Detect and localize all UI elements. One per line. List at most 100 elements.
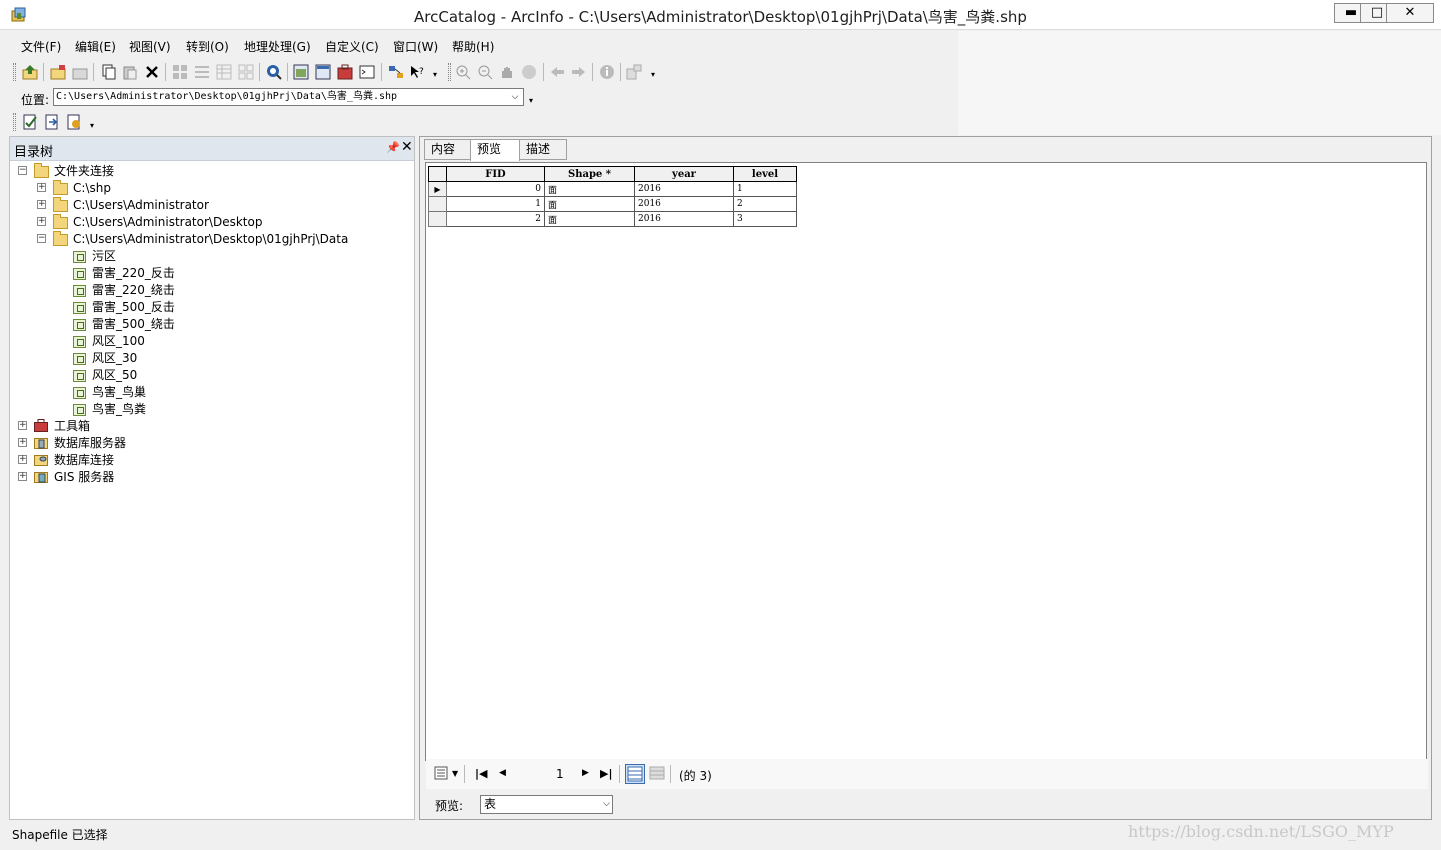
import-metadata-icon[interactable] xyxy=(44,114,60,130)
next-record-icon[interactable]: ▶ xyxy=(582,768,589,778)
table-options-dropdown-icon[interactable]: ▼ xyxy=(452,769,458,778)
expand-icon[interactable]: + xyxy=(18,421,27,430)
menu-edit[interactable]: 编辑(E) xyxy=(75,38,116,55)
column-header-shape[interactable]: Shape * xyxy=(544,166,635,182)
whats-this-help-icon[interactable]: ? xyxy=(409,64,425,80)
cell-shape[interactable]: 面 xyxy=(544,196,635,212)
expand-icon[interactable]: + xyxy=(18,438,27,447)
tree-item-shapefile[interactable]: 雷害_220_反击 xyxy=(92,265,175,281)
previous-record-icon[interactable]: ◀ xyxy=(499,768,506,778)
connect-folder-icon[interactable] xyxy=(50,64,66,80)
location-dropdown-arrow[interactable]: ⌵ xyxy=(507,89,523,105)
cell-fid[interactable]: 2 xyxy=(446,211,545,227)
toolbar-options-chevron[interactable]: ▾ xyxy=(88,119,96,133)
row-selector-header[interactable] xyxy=(428,166,447,182)
tree-item-shapefile[interactable]: 鸟害_鸟巢 xyxy=(92,384,146,400)
cell-level[interactable]: 3 xyxy=(733,211,797,227)
tree-item-c-shp[interactable]: C:\shp xyxy=(73,180,111,196)
row-selector[interactable] xyxy=(428,196,447,212)
python-window-icon[interactable] xyxy=(359,64,375,80)
copy-icon[interactable] xyxy=(101,64,117,80)
tab-preview[interactable]: 预览 xyxy=(470,139,520,161)
expand-icon[interactable]: + xyxy=(37,183,46,192)
cell-year[interactable]: 2016 xyxy=(634,196,734,212)
table-options-icon[interactable] xyxy=(434,765,450,781)
first-record-icon[interactable]: |◀ xyxy=(475,767,487,780)
toolbar-grip[interactable] xyxy=(13,113,16,131)
tree-item-shapefile[interactable]: 雷害_220_绕击 xyxy=(92,282,175,298)
delete-icon[interactable] xyxy=(144,64,160,80)
tree-item-data-folder[interactable]: C:\Users\Administrator\Desktop\01gjhPrj\… xyxy=(73,231,348,247)
collapse-icon[interactable]: − xyxy=(37,234,46,243)
table-row[interactable]: 1 面 2016 2 xyxy=(428,196,797,212)
close-icon[interactable]: ✕ xyxy=(401,139,413,155)
up-one-level-icon[interactable] xyxy=(22,64,38,80)
tab-contents[interactable]: 内容 xyxy=(424,139,471,160)
cell-shape[interactable]: 面 xyxy=(544,181,635,197)
tree-item-desktop[interactable]: C:\Users\Administrator\Desktop xyxy=(73,214,262,230)
cell-level[interactable]: 2 xyxy=(733,196,797,212)
large-icons-view-icon[interactable] xyxy=(172,64,188,80)
search-icon[interactable] xyxy=(266,64,282,80)
details-view-icon[interactable] xyxy=(216,64,232,80)
show-selected-records-icon[interactable] xyxy=(649,765,665,781)
tree-item-shapefile[interactable]: 风区_30 xyxy=(92,350,137,366)
column-header-fid[interactable]: FID xyxy=(446,166,545,182)
edit-metadata-icon[interactable] xyxy=(22,114,38,130)
tree-item-database-servers[interactable]: 数据库服务器 xyxy=(54,435,126,451)
menu-file[interactable]: 文件(F) xyxy=(21,38,61,55)
expand-icon[interactable]: + xyxy=(37,217,46,226)
toolbar-options-chevron[interactable]: ▾ xyxy=(649,68,657,82)
menu-goto[interactable]: 转到(O) xyxy=(186,38,229,55)
tree-item-shapefile[interactable]: 风区_50 xyxy=(92,367,137,383)
close-button[interactable]: ✕ xyxy=(1386,3,1434,23)
export-metadata-icon[interactable] xyxy=(66,114,82,130)
table-row[interactable]: 2 面 2016 3 xyxy=(428,211,797,227)
cell-level[interactable]: 1 xyxy=(733,181,797,197)
show-all-records-icon[interactable] xyxy=(625,764,645,784)
tree-item-database-connections[interactable]: 数据库连接 xyxy=(54,452,114,468)
tree-item-shapefile[interactable]: 污区 xyxy=(92,248,116,264)
tree-item-shapefile-selected[interactable]: 鸟害_鸟粪 xyxy=(92,401,146,417)
table-row[interactable]: ▶ 0 面 2016 1 xyxy=(428,181,797,197)
tree-item-shapefile[interactable]: 雷害_500_绕击 xyxy=(92,316,175,332)
catalog-window-icon[interactable] xyxy=(315,64,331,80)
thumbnails-view-icon[interactable] xyxy=(238,64,254,80)
last-record-icon[interactable]: ▶| xyxy=(600,767,612,780)
preview-type-select[interactable]: 表 ⌵ xyxy=(480,795,613,814)
location-input[interactable]: C:\Users\Administrator\Desktop\01gjhPrj\… xyxy=(53,88,524,106)
pin-icon[interactable]: 📌 xyxy=(386,141,400,154)
toolbar-grip[interactable] xyxy=(448,63,451,81)
tab-description[interactable]: 描述 xyxy=(519,139,567,160)
arctoolbox-icon[interactable] xyxy=(337,64,353,80)
expand-icon[interactable]: + xyxy=(18,472,27,481)
current-row-indicator-icon[interactable]: ▶ xyxy=(428,181,447,197)
tree-item-shapefile[interactable]: 风区_100 xyxy=(92,333,145,349)
list-view-icon[interactable] xyxy=(194,64,210,80)
column-header-level[interactable]: level xyxy=(733,166,797,182)
menu-help[interactable]: 帮助(H) xyxy=(452,38,494,55)
tree-item-gis-servers[interactable]: GIS 服务器 xyxy=(54,469,114,485)
expand-icon[interactable]: + xyxy=(37,200,46,209)
model-builder-icon[interactable] xyxy=(388,64,404,80)
menu-windows[interactable]: 窗口(W) xyxy=(393,38,438,55)
current-record-field[interactable]: 1 xyxy=(556,767,564,781)
cell-fid[interactable]: 0 xyxy=(446,181,545,197)
expand-icon[interactable]: + xyxy=(18,455,27,464)
cell-fid[interactable]: 1 xyxy=(446,196,545,212)
toolbar-options-chevron[interactable]: ▾ xyxy=(527,94,535,108)
menu-customize[interactable]: 自定义(C) xyxy=(325,38,379,55)
tree-item-shapefile[interactable]: 雷害_500_反击 xyxy=(92,299,175,315)
toolbar-grip[interactable] xyxy=(13,63,16,81)
cell-year[interactable]: 2016 xyxy=(634,181,734,197)
cell-shape[interactable]: 面 xyxy=(544,211,635,227)
menu-view[interactable]: 视图(V) xyxy=(129,38,171,55)
tree-item-folder-connections[interactable]: 文件夹连接 xyxy=(54,163,114,179)
column-header-year[interactable]: year xyxy=(634,166,734,182)
row-selector[interactable] xyxy=(428,211,447,227)
collapse-icon[interactable]: − xyxy=(18,166,27,175)
menu-geoprocessing[interactable]: 地理处理(G) xyxy=(244,38,311,55)
tree-item-toolbox[interactable]: 工具箱 xyxy=(54,418,90,434)
cell-year[interactable]: 2016 xyxy=(634,211,734,227)
tree-item-administrator[interactable]: C:\Users\Administrator xyxy=(73,197,209,213)
